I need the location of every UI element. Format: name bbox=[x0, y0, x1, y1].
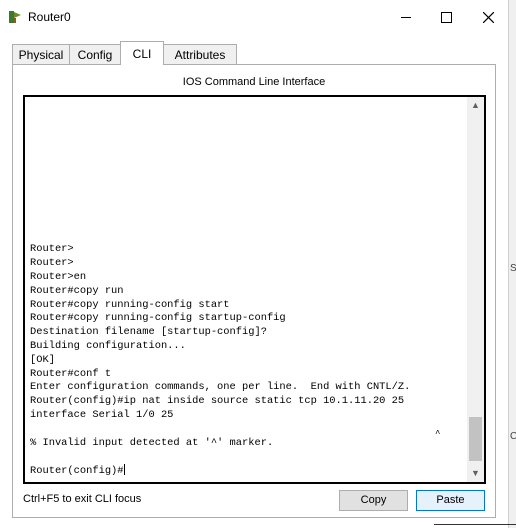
copy-button[interactable]: Copy bbox=[339, 490, 408, 511]
tab-physical[interactable]: Physical bbox=[12, 44, 70, 64]
tab-cli[interactable]: CLI bbox=[120, 41, 164, 65]
window-title: Router0 bbox=[28, 10, 71, 24]
terminal-output: Router> Router> Router>en Router#copy run Ro… bbox=[30, 243, 464, 478]
scroll-down-icon[interactable]: ▼ bbox=[467, 465, 484, 482]
terminal-line: interface Serial 1/0 25 bbox=[30, 409, 174, 422]
terminal-line: Router>en bbox=[30, 271, 87, 284]
terminal-line: Router#copy running-config start bbox=[30, 298, 230, 311]
cli-terminal[interactable]: Router> Router> Router>en Router#copy run Ro… bbox=[23, 95, 486, 484]
title-bar: Router0 bbox=[0, 0, 508, 34]
error-caret-marker: ^ bbox=[435, 429, 441, 439]
tab-config[interactable]: Config bbox=[69, 44, 121, 64]
router-tree-icon bbox=[9, 11, 21, 23]
terminal-scrollbar[interactable]: ▲ ▼ bbox=[467, 97, 484, 482]
edge-glyph-bottom: C bbox=[510, 431, 516, 442]
tab-attributes[interactable]: Attributes bbox=[163, 44, 237, 64]
terminal-line: Router> bbox=[30, 257, 74, 270]
maximize-icon bbox=[440, 11, 452, 23]
minimize-button[interactable] bbox=[386, 2, 426, 32]
terminal-line: [OK] bbox=[30, 353, 55, 366]
minimize-icon bbox=[401, 16, 411, 18]
cli-focus-hint: Ctrl+F5 to exit CLI focus bbox=[23, 493, 142, 505]
terminal-line: Router(config)#ip nat inside source stat… bbox=[30, 395, 405, 408]
close-button[interactable] bbox=[468, 2, 508, 32]
terminal-line: Router> bbox=[30, 243, 74, 256]
terminal-line: Router#copy run bbox=[30, 284, 124, 297]
maximize-button[interactable] bbox=[426, 2, 466, 32]
background-window-bottom-edge bbox=[434, 524, 516, 525]
terminal-line: Router(config)# bbox=[30, 464, 125, 478]
text-cursor bbox=[123, 464, 125, 476]
terminal-line: Enter configuration commands, one per li… bbox=[30, 381, 411, 394]
terminal-line: Router#copy running-config startup-confi… bbox=[30, 312, 286, 325]
scroll-up-icon[interactable]: ▲ bbox=[467, 97, 484, 114]
terminal-line: Router#conf t bbox=[30, 367, 112, 380]
edge-glyph-top: S bbox=[510, 263, 516, 274]
terminal-line: Building configuration... bbox=[30, 340, 186, 353]
panel-title: IOS Command Line Interface bbox=[182, 76, 326, 88]
scroll-thumb[interactable] bbox=[469, 417, 482, 461]
terminal-line: % Invalid input detected at '^' marker. bbox=[30, 436, 274, 449]
close-icon bbox=[482, 11, 494, 23]
terminal-line: Destination filename [startup-config]? bbox=[30, 326, 267, 339]
paste-button[interactable]: Paste bbox=[416, 490, 485, 511]
